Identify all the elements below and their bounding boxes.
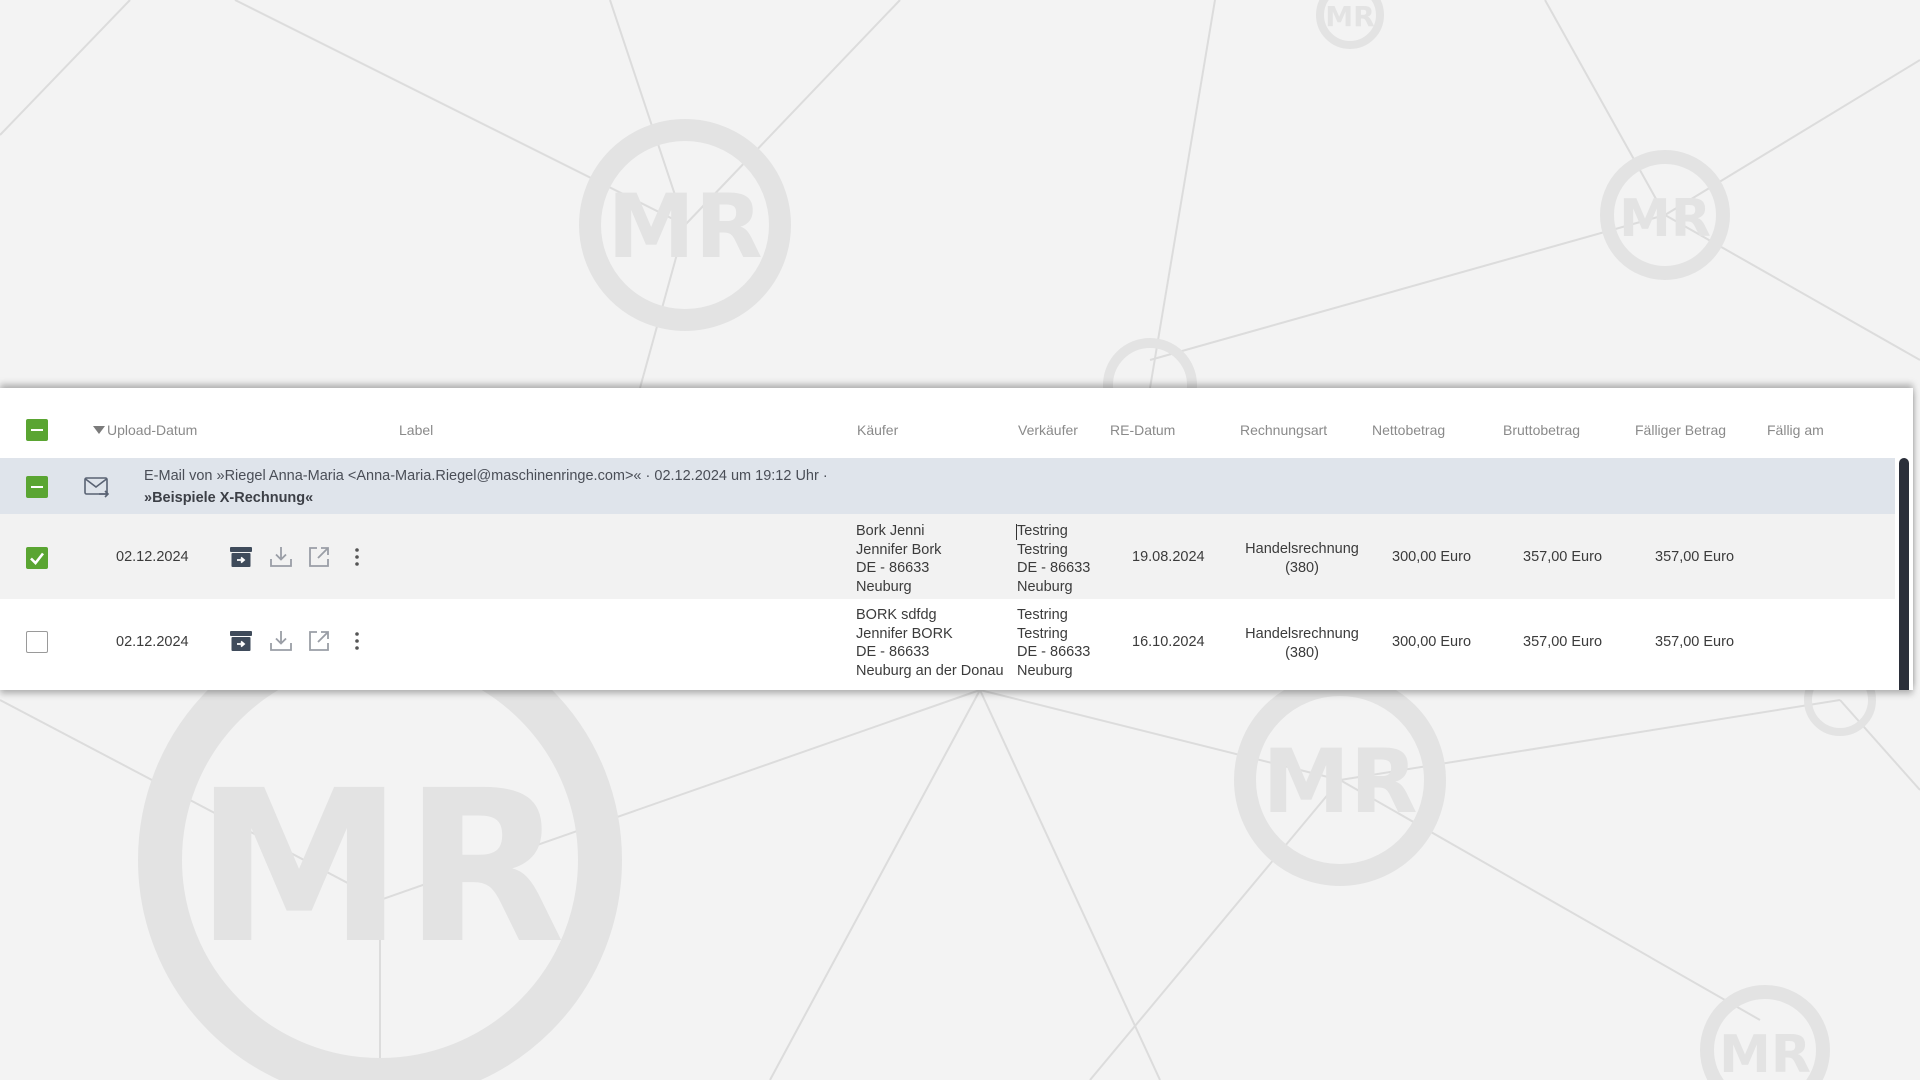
row-checkbox-checked[interactable] xyxy=(26,547,48,569)
group-checkbox[interactable] xyxy=(26,476,48,498)
svg-text:MR: MR xyxy=(1262,730,1417,833)
column-header-label[interactable]: Label xyxy=(399,422,433,438)
open-external-icon[interactable] xyxy=(307,545,331,569)
row-checkbox-unchecked[interactable] xyxy=(26,631,48,653)
more-vertical-icon[interactable] xyxy=(352,630,362,652)
archive-icon[interactable] xyxy=(229,629,253,653)
due-amount: 357,00 Euro xyxy=(1655,549,1735,565)
gross-amount: 357,00 Euro xyxy=(1523,549,1603,565)
column-header-invoice-type[interactable]: Rechnungsart xyxy=(1240,422,1327,438)
invoice-type-cell: Handelsrechnung (380) xyxy=(1245,626,1359,661)
column-header-due-date[interactable]: Fällig am xyxy=(1767,422,1824,438)
re-date: 16.10.2024 xyxy=(1132,634,1205,650)
more-vertical-icon[interactable] xyxy=(352,546,362,568)
gross-amount: 357,00 Euro xyxy=(1523,634,1603,650)
column-header-re-date[interactable]: RE-Datum xyxy=(1110,422,1175,438)
upload-date: 02.12.2024 xyxy=(116,549,189,565)
re-date: 19.08.2024 xyxy=(1132,549,1205,565)
column-header-due-amount[interactable]: Fälliger Betrag xyxy=(1635,422,1726,438)
due-amount: 357,00 Euro xyxy=(1655,634,1735,650)
svg-text:MR: MR xyxy=(1719,1025,1811,1080)
column-header-seller[interactable]: Verkäufer xyxy=(1018,422,1078,438)
net-amount: 300,00 Euro xyxy=(1392,549,1472,565)
seller-cell: Testring Testring DE - 86633 Neuburg xyxy=(1017,523,1091,595)
download-icon[interactable] xyxy=(268,629,294,653)
net-amount: 300,00 Euro xyxy=(1392,634,1472,650)
download-icon[interactable] xyxy=(268,545,294,569)
upload-date: 02.12.2024 xyxy=(116,634,189,650)
buyer-cell: Bork Jenni Jennifer Bork DE - 86633 Neub… xyxy=(856,523,942,595)
column-header-upload-date[interactable]: Upload-Datum xyxy=(107,422,197,438)
mail-forward-icon xyxy=(84,477,110,498)
vertical-scrollbar[interactable] xyxy=(1899,458,1909,690)
column-header-net-amount[interactable]: Nettobetrag xyxy=(1372,422,1445,438)
column-header-buyer[interactable]: Käufer xyxy=(857,422,898,438)
svg-text:MR: MR xyxy=(1325,0,1374,33)
email-sender-info: E-Mail von »Riegel Anna-Maria <Anna-Mari… xyxy=(144,468,828,484)
email-subject: »Beispiele X-Rechnung« xyxy=(144,490,314,506)
buyer-cell: BORK sdfdg Jennifer BORK DE - 86633 Neub… xyxy=(856,607,1004,679)
sort-desc-icon[interactable] xyxy=(93,426,105,434)
archive-icon[interactable] xyxy=(229,545,253,569)
column-header-gross-amount[interactable]: Bruttobetrag xyxy=(1503,422,1580,438)
open-external-icon[interactable] xyxy=(307,629,331,653)
svg-text:MR: MR xyxy=(1619,189,1711,249)
select-all-checkbox[interactable] xyxy=(26,419,48,441)
seller-cell: Testring Testring DE - 86633 Neuburg xyxy=(1017,607,1091,679)
svg-text:MR: MR xyxy=(607,175,762,278)
invoice-type-cell: Handelsrechnung (380) xyxy=(1245,541,1359,576)
svg-text:MR: MR xyxy=(195,745,566,990)
